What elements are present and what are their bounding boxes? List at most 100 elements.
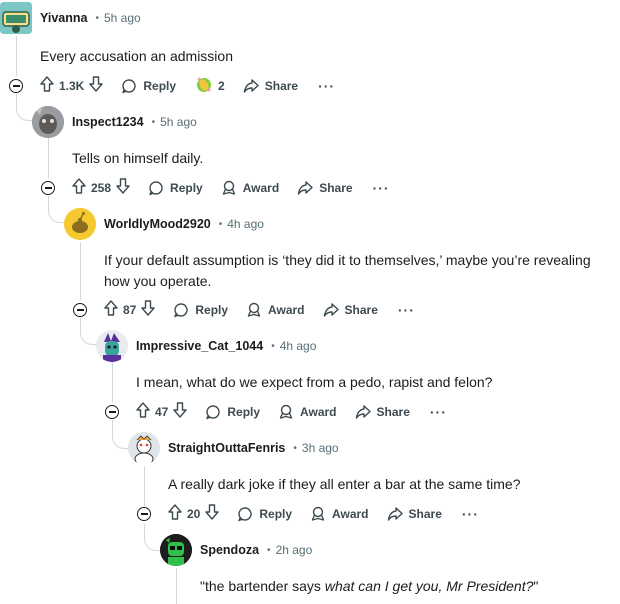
comment-body: A really dark joke if they all enter a b… [168,476,521,492]
reply-button[interactable]: Reply [173,302,228,318]
comment-header: Spendoza • 2h ago [160,534,312,566]
avatar[interactable] [32,106,64,138]
downvote-icon[interactable] [89,75,104,97]
comment-header: Impressive_Cat_1044 • 4h ago [96,330,316,362]
collapse-button[interactable] [73,303,87,317]
award-label: Award [300,405,337,419]
avatar[interactable] [128,432,160,464]
share-button[interactable]: Share [355,404,410,420]
downvote-icon[interactable] [205,503,220,525]
thread-line[interactable] [112,362,113,402]
avatar[interactable] [96,330,128,362]
thread-line[interactable] [48,138,49,178]
collapse-button[interactable] [137,507,151,521]
collapse-button[interactable] [9,79,23,93]
comment-author[interactable]: Inspect1234 [72,115,144,129]
comment-actions: 87 Reply Award Share ··· [104,298,415,322]
thread-connector [48,196,65,223]
reply-button[interactable]: Reply [205,404,260,420]
upvote-icon[interactable] [104,299,118,321]
separator-dot: • [218,218,223,230]
avatar[interactable] [160,534,192,566]
award-button[interactable]: Award [310,506,369,522]
upvote-icon[interactable] [136,401,150,423]
comment-timestamp[interactable]: 2h ago [276,543,313,557]
award-icon [246,302,262,318]
reply-button[interactable]: Reply [237,506,292,522]
thread-line[interactable] [176,568,177,604]
comment-author[interactable]: StraightOuttaFenris [168,441,285,455]
downvote-icon[interactable] [141,299,156,321]
share-button[interactable]: Share [243,78,298,94]
share-button[interactable]: Share [297,180,353,196]
reply-button[interactable]: Reply [148,180,203,196]
vote-group: 1.3K [40,75,104,97]
more-options-button[interactable]: ··· [373,180,390,196]
more-options-button[interactable]: ··· [318,78,335,94]
award-button[interactable]: Award [221,180,279,196]
thread-line[interactable] [144,466,145,506]
separator-dot: • [267,544,271,556]
award-button[interactable]: Award [246,302,305,318]
thread-connector [16,96,33,121]
comment-header: WorldlyMood2920 • 4h ago [64,208,264,240]
thread-line[interactable] [80,242,81,300]
comment-actions: 258 Reply Award Share ··· [72,176,390,200]
reply-label: Reply [227,405,261,419]
upvote-icon[interactable] [40,75,54,97]
vote-count: 20 [187,507,201,521]
reply-button[interactable]: Reply [121,78,176,94]
comment-actions: 1.3K Reply 2 Share ··· [40,74,335,98]
comment-author[interactable]: Yivanna [40,11,87,25]
share-button[interactable]: Share [387,506,442,522]
upvote-icon[interactable] [168,503,182,525]
comment-bubble-icon [237,506,253,522]
more-options-button[interactable]: ··· [430,404,447,420]
comment-author[interactable]: Impressive_Cat_1044 [136,339,263,353]
comment-timestamp[interactable]: 4h ago [227,217,264,231]
avatar[interactable] [0,2,32,34]
downvote-icon[interactable] [173,401,188,423]
comment-timestamp[interactable]: 4h ago [280,339,317,353]
share-icon [355,404,371,420]
comment-author[interactable]: Spendoza [200,543,259,557]
award-icon [221,180,237,196]
reply-label: Reply [143,79,177,93]
share-button[interactable]: Share [323,302,378,318]
comment-body: Every accusation an admission [40,48,233,64]
downvote-icon[interactable] [116,177,130,199]
comment-author[interactable]: WorldlyMood2920 [104,217,211,231]
collapse-button[interactable] [105,405,119,419]
vote-group: 258 [72,177,130,199]
award-count: 2 [218,79,225,93]
upvote-icon[interactable] [72,177,86,199]
share-label: Share [376,405,410,419]
comment-bubble-icon [148,180,164,196]
comment-thread: Yivanna • 5h ago Every accusation an adm… [0,0,620,604]
separator-dot: • [293,442,297,454]
share-icon [297,180,313,196]
comment-timestamp[interactable]: 5h ago [104,11,141,25]
share-label: Share [344,303,378,317]
comment-timestamp[interactable]: 3h ago [302,441,339,455]
separator-dot: • [271,340,275,352]
separator-dot: • [151,116,156,128]
reply-label: Reply [195,303,229,317]
comment-header: StraightOuttaFenris • 3h ago [128,432,339,464]
award-button[interactable]: Award [278,404,337,420]
separator-dot: • [95,12,99,24]
more-options-button[interactable]: ··· [462,506,479,522]
comment-text-italic: what can I get you, Mr President? [324,578,534,594]
comment-body: "the bartender says what can I get you, … [200,576,610,597]
thread-line[interactable] [16,36,17,76]
comment-timestamp[interactable]: 5h ago [160,115,197,129]
collapse-button[interactable] [41,181,55,195]
comment-header: Yivanna • 5h ago [0,2,141,34]
award-badge[interactable]: 2 [194,75,225,98]
vote-count: 1.3K [59,79,85,93]
comment-actions: 20 Reply Award Share ··· [168,502,479,526]
more-options-button[interactable]: ··· [398,302,415,318]
avatar[interactable] [64,208,96,240]
reply-label: Reply [170,181,203,195]
vote-group: 20 [168,503,220,525]
